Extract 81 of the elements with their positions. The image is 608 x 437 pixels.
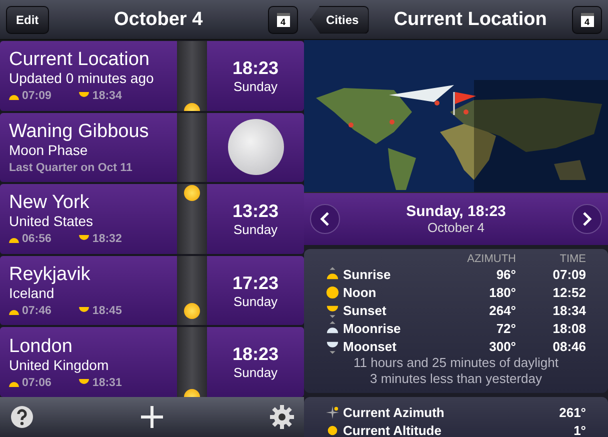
calendar-day: 4 (580, 12, 594, 26)
location-name: New York (9, 192, 90, 214)
event-name: Sunset (343, 302, 386, 318)
event-name: Sunrise (343, 266, 391, 282)
daylight-change: 3 minutes less than yesterday (369, 371, 543, 387)
sunrise-icon (9, 307, 19, 316)
location-subtitle: Updated 0 minutes ago (9, 70, 155, 88)
event-time: 08:46 (552, 338, 586, 354)
position-value: 1° (574, 422, 586, 437)
edit-button[interactable]: Edit (6, 6, 49, 34)
event-name: Noon (343, 284, 376, 300)
help-icon[interactable] (10, 405, 34, 429)
chevron-right-icon (582, 212, 592, 226)
local-time: 18:23 (232, 344, 279, 366)
location-subtitle: Iceland (9, 285, 56, 302)
nav-title: October 4 (114, 8, 203, 30)
chevron-left-icon (320, 212, 330, 226)
event-time: 12:52 (552, 284, 586, 300)
next-phase: Last Quarter on Oct 11 (9, 162, 134, 174)
location-card[interactable]: New York United States 06:56 18:32 (0, 184, 177, 254)
sunrise-icon (9, 235, 19, 244)
sunset-icon (79, 378, 90, 387)
nav-title: Current Location (394, 8, 547, 30)
event-name: Moonset (343, 338, 396, 354)
location-card[interactable]: London United Kingdom 07:06 18:31 (0, 327, 177, 397)
moonrise-icon (326, 320, 339, 336)
local-time: 17:23 (232, 272, 279, 294)
sunset-time: 18:31 (92, 376, 122, 389)
weekday: Sunday (233, 78, 278, 94)
date-subtitle: October 4 (426, 220, 486, 235)
sunrise-icon (9, 92, 19, 100)
location-card[interactable]: Reykjavik Iceland 07:46 18:45 (0, 256, 177, 326)
azimuth-value: 72° (495, 320, 516, 336)
location-subtitle: United Kingdom (9, 356, 110, 374)
event-time: 07:09 (552, 266, 586, 282)
moon-phase-name: Waning Gibbous (9, 120, 150, 142)
sunset-time: 18:45 (92, 305, 122, 318)
location-card[interactable]: Current Location Updated 0 minutes ago 07:09 18:34 (0, 41, 177, 111)
previous-button[interactable] (310, 204, 340, 234)
event-name: Moonrise (343, 320, 401, 336)
azimuth-value: 264° (488, 302, 516, 318)
weekday: Sunday (233, 222, 278, 237)
sunset-time: 18:34 (92, 90, 122, 102)
date-time-title: Sunday, 18:23 (406, 203, 506, 220)
position-label: Current Azimuth (343, 404, 444, 420)
calendar-button[interactable]: 4 (572, 6, 602, 34)
position-value: 261° (559, 404, 586, 420)
next-button[interactable] (572, 204, 602, 234)
sunrise-time: 06:56 (22, 233, 52, 246)
back-button[interactable]: Cities (310, 6, 369, 34)
add-icon[interactable] (140, 405, 164, 429)
calendar-day: 4 (276, 12, 290, 26)
position-label: Current Altitude (343, 422, 442, 437)
settings-icon[interactable] (270, 405, 294, 429)
azimuth-value: 180° (488, 284, 516, 300)
sunrise-time: 07:09 (22, 90, 52, 102)
column-header: AZIMUTH (466, 253, 516, 265)
calendar-button[interactable]: 4 (268, 6, 298, 34)
weekday: Sunday (233, 365, 278, 380)
column-header: TIME (558, 253, 586, 265)
event-time: 18:34 (552, 302, 586, 318)
local-time: 13:23 (232, 200, 279, 222)
sunrise-icon (326, 266, 339, 282)
moon-phase-label: Moon Phase (9, 142, 89, 159)
sun-icon (326, 284, 339, 300)
location-name: Current Location (9, 49, 150, 70)
location-subtitle: United States (9, 213, 94, 230)
location-name: Reykjavik (9, 264, 92, 286)
azimuth-value: 96° (495, 266, 516, 282)
weekday: Sunday (233, 294, 278, 309)
sunrise-time: 07:06 (22, 376, 52, 389)
location-name: London (9, 336, 74, 357)
daylight-length: 11 hours and 25 minutes of daylight (352, 355, 560, 371)
event-time: 18:08 (552, 320, 586, 336)
compass-star-icon (326, 404, 339, 420)
sun-position-strip (177, 112, 207, 182)
moon-phase-card[interactable]: Waning Gibbous Moon Phase Last Quarter on Oct 11 (0, 112, 177, 182)
azimuth-value: 300° (488, 338, 516, 354)
local-time: 18:23 (232, 58, 279, 79)
sunrise-time: 07:46 (22, 305, 52, 318)
sunset-time: 18:32 (92, 233, 122, 246)
